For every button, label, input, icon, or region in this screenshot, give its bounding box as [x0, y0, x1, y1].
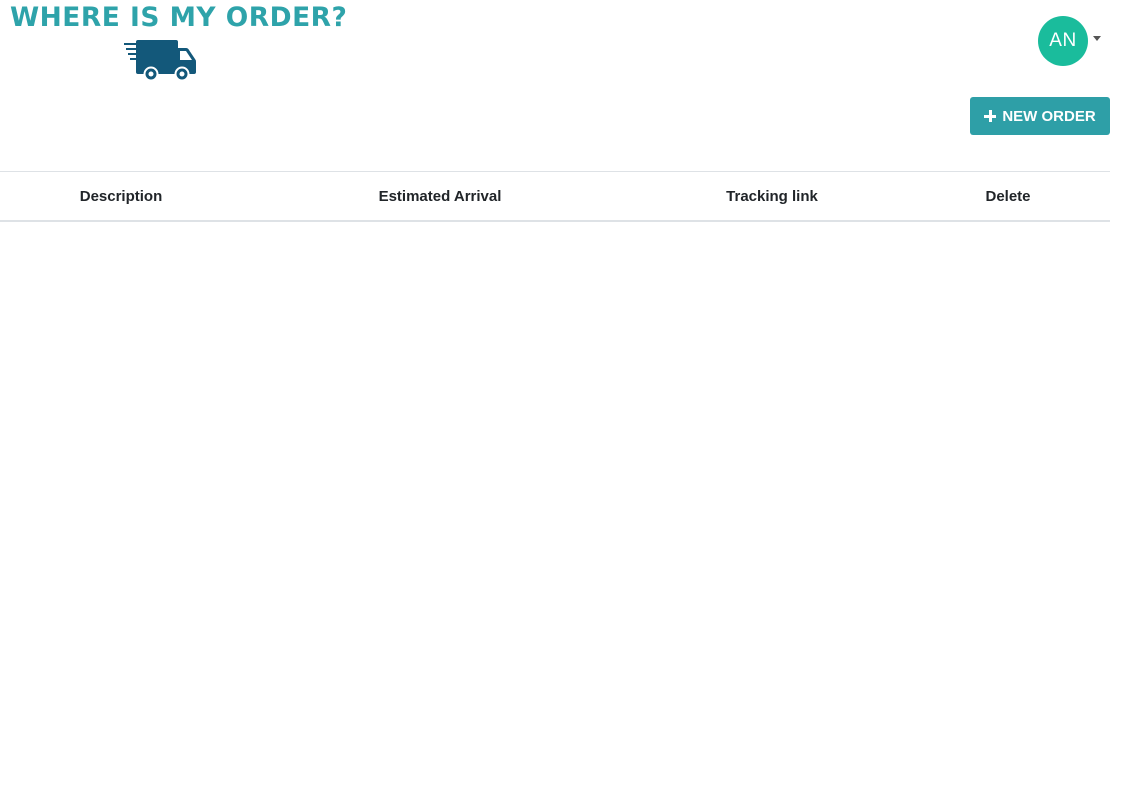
avatar[interactable]: AN: [1038, 16, 1088, 66]
page: WHERE IS MY ORDER? AN NEW ORDER Descript…: [0, 0, 1129, 789]
user-menu[interactable]: AN: [1038, 16, 1101, 66]
table-header-row: Description Estimated Arrival Tracking l…: [0, 171, 1110, 222]
column-header-description[interactable]: Description: [0, 171, 242, 222]
orders-table: Description Estimated Arrival Tracking l…: [0, 171, 1110, 222]
caret-down-icon[interactable]: [1093, 35, 1101, 41]
delivery-truck-icon: [124, 40, 196, 81]
plus-icon: [984, 110, 997, 122]
logo-title: WHERE IS MY ORDER?: [10, 2, 348, 33]
new-order-label: NEW ORDER: [1002, 107, 1096, 125]
column-header-tracking-link[interactable]: Tracking link: [638, 171, 906, 222]
column-header-estimated-arrival[interactable]: Estimated Arrival: [242, 171, 638, 222]
column-header-delete[interactable]: Delete: [906, 171, 1110, 222]
app-logo[interactable]: WHERE IS MY ORDER?: [10, 2, 347, 84]
new-order-button[interactable]: NEW ORDER: [970, 97, 1110, 135]
